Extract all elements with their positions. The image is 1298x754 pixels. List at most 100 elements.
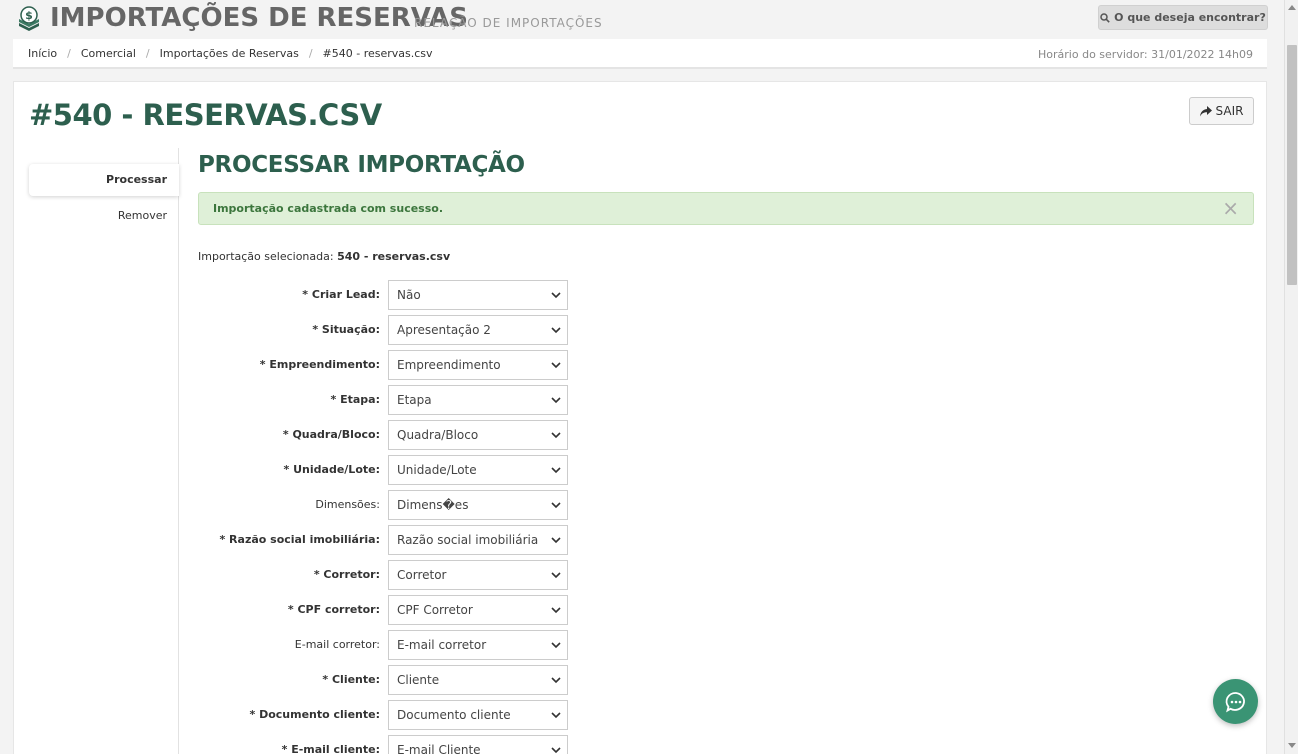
- form-row: * CPF corretor: CPF Corretor: [198, 595, 598, 625]
- form-field-label: * Razão social imobiliária:: [219, 533, 380, 546]
- alert-message: Importação cadastrada com sucesso.: [213, 202, 444, 215]
- form-row: * Etapa: Etapa: [198, 385, 598, 415]
- form-field-label: * Cliente:: [322, 673, 380, 686]
- dollar-stack-icon: $: [19, 6, 39, 31]
- form-row: Dimensões: Dimens�es: [198, 490, 598, 520]
- server-time: Horário do servidor: 31/01/2022 14h09: [1038, 48, 1253, 61]
- select-value: E-mail Cliente: [397, 743, 481, 754]
- chevron-down-icon: [551, 327, 561, 334]
- exit-label: SAIR: [1215, 104, 1244, 118]
- select-value: Etapa: [397, 393, 432, 407]
- app-subtitle: RELAÇÃO DE IMPORTAÇÕES: [414, 16, 603, 30]
- breadcrumb: Início / Comercial / Importações de Rese…: [13, 39, 1267, 69]
- form-field-label: * Criar Lead:: [302, 288, 380, 301]
- breadcrumb-separator: /: [308, 46, 313, 60]
- side-nav: Processar Remover: [14, 148, 179, 754]
- chevron-down-icon: [551, 292, 561, 299]
- top-bar: $ IMPORTAÇÕES DE RESERVAS RELAÇÃO DE IMP…: [0, 0, 1284, 38]
- form-field-select[interactable]: E-mail Cliente: [388, 735, 568, 754]
- form-field-label: * CPF corretor:: [287, 603, 380, 616]
- form-field-label: * Corretor:: [313, 568, 380, 581]
- selected-import-label: Importação selecionada:: [198, 250, 334, 263]
- select-value: Apresentação 2: [397, 323, 491, 337]
- close-icon[interactable]: ×: [1222, 193, 1239, 224]
- scroll-down-arrow-icon[interactable]: [1288, 743, 1296, 748]
- chevron-down-icon: [551, 747, 561, 754]
- form-row: * E-mail cliente: E-mail Cliente: [198, 735, 598, 754]
- form-field-label: * E-mail cliente:: [281, 743, 380, 754]
- select-value: Documento cliente: [397, 708, 511, 722]
- form-field-select[interactable]: Empreendimento: [388, 350, 568, 380]
- form-field-label: * Situação:: [312, 323, 380, 336]
- chevron-down-icon: [551, 712, 561, 719]
- form-field-select[interactable]: Etapa: [388, 385, 568, 415]
- search-label: O que deseja encontrar?: [1114, 11, 1266, 24]
- form-field-select[interactable]: Cliente: [388, 665, 568, 695]
- app-title: IMPORTAÇÕES DE RESERVAS: [50, 3, 469, 33]
- scroll-thumb[interactable]: [1287, 45, 1297, 285]
- form-row: * Cliente: Cliente: [198, 665, 598, 695]
- form-row: E-mail corretor: E-mail corretor: [198, 630, 598, 660]
- chevron-down-icon: [551, 537, 561, 544]
- form-field-label: * Unidade/Lote:: [283, 463, 380, 476]
- chevron-down-icon: [551, 467, 561, 474]
- breadcrumb-item-inicio[interactable]: Início: [28, 47, 57, 60]
- select-value: Corretor: [397, 568, 447, 582]
- form-field-label: E-mail corretor:: [294, 638, 380, 651]
- form-field-select[interactable]: Corretor: [388, 560, 568, 590]
- form-field-select[interactable]: Unidade/Lote: [388, 455, 568, 485]
- select-value: E-mail corretor: [397, 638, 487, 652]
- chevron-down-icon: [551, 642, 561, 649]
- chevron-down-icon: [551, 397, 561, 404]
- form-field-label: * Quadra/Bloco:: [282, 428, 380, 441]
- form-row: * Razão social imobiliária: Razão social …: [198, 525, 598, 555]
- form-field-label: * Documento cliente:: [249, 708, 381, 721]
- exit-button[interactable]: SAIR: [1189, 97, 1254, 125]
- select-value: Cliente: [397, 673, 440, 687]
- breadcrumb-item-comercial[interactable]: Comercial: [81, 47, 136, 60]
- form-row: * Corretor: Corretor: [198, 560, 598, 590]
- form-field-select[interactable]: Não: [388, 280, 568, 310]
- select-value: Dimens�es: [397, 498, 469, 512]
- breadcrumb-item-current: #540 - reservas.csv: [322, 46, 433, 60]
- global-search-button[interactable]: O que deseja encontrar?: [1098, 5, 1268, 30]
- select-value: Unidade/Lote: [397, 463, 477, 477]
- form-field-select[interactable]: E-mail corretor: [388, 630, 568, 660]
- selected-import-info: Importação selecionada: 540 - reservas.c…: [198, 250, 450, 263]
- chevron-down-icon: [551, 362, 561, 369]
- select-value: Razão social imobiliária: [397, 533, 539, 547]
- select-value: Quadra/Bloco: [397, 428, 479, 442]
- chevron-down-icon: [551, 677, 561, 684]
- breadcrumb-separator: /: [145, 46, 150, 60]
- form-field-label: Dimensões:: [315, 498, 380, 511]
- scroll-up-arrow-icon[interactable]: [1288, 5, 1296, 10]
- side-nav-item-remover[interactable]: Remover: [29, 200, 179, 232]
- chevron-down-icon: [551, 607, 561, 614]
- page-scrollbar[interactable]: [1284, 0, 1298, 754]
- form-row: * Empreendimento: Empreendimento: [198, 350, 598, 380]
- form-field-select[interactable]: Razão social imobiliária: [388, 525, 568, 555]
- chevron-down-icon: [551, 432, 561, 439]
- chevron-down-icon: [551, 502, 561, 509]
- form-field-select[interactable]: Apresentação 2: [388, 315, 568, 345]
- svg-text:$: $: [25, 9, 33, 22]
- form-field-select[interactable]: Dimens�es: [388, 490, 568, 520]
- form-field-select[interactable]: Quadra/Bloco: [388, 420, 568, 450]
- form-row: * Documento cliente: Documento cliente: [198, 700, 598, 730]
- selected-import-value: 540 - reservas.csv: [337, 250, 451, 263]
- page-title: #540 - RESERVAS.CSV: [29, 98, 382, 132]
- side-nav-item-processar[interactable]: Processar: [29, 164, 179, 196]
- search-icon: [1100, 12, 1110, 23]
- select-value: Não: [397, 288, 421, 302]
- form-field-label: * Empreendimento:: [259, 358, 380, 371]
- select-value: Empreendimento: [397, 358, 501, 372]
- chevron-down-icon: [551, 572, 561, 579]
- breadcrumb-item-importacoes[interactable]: Importações de Reservas: [160, 47, 299, 60]
- form-field-select[interactable]: CPF Corretor: [388, 595, 568, 625]
- chat-button[interactable]: [1213, 679, 1258, 724]
- form-row: * Quadra/Bloco: Quadra/Bloco: [198, 420, 598, 450]
- form-field-label: * Etapa:: [330, 393, 380, 406]
- main-panel: #540 - RESERVAS.CSV SAIR Processar Remov…: [13, 81, 1267, 754]
- form-field-select[interactable]: Documento cliente: [388, 700, 568, 730]
- form-row: * Situação: Apresentação 2: [198, 315, 598, 345]
